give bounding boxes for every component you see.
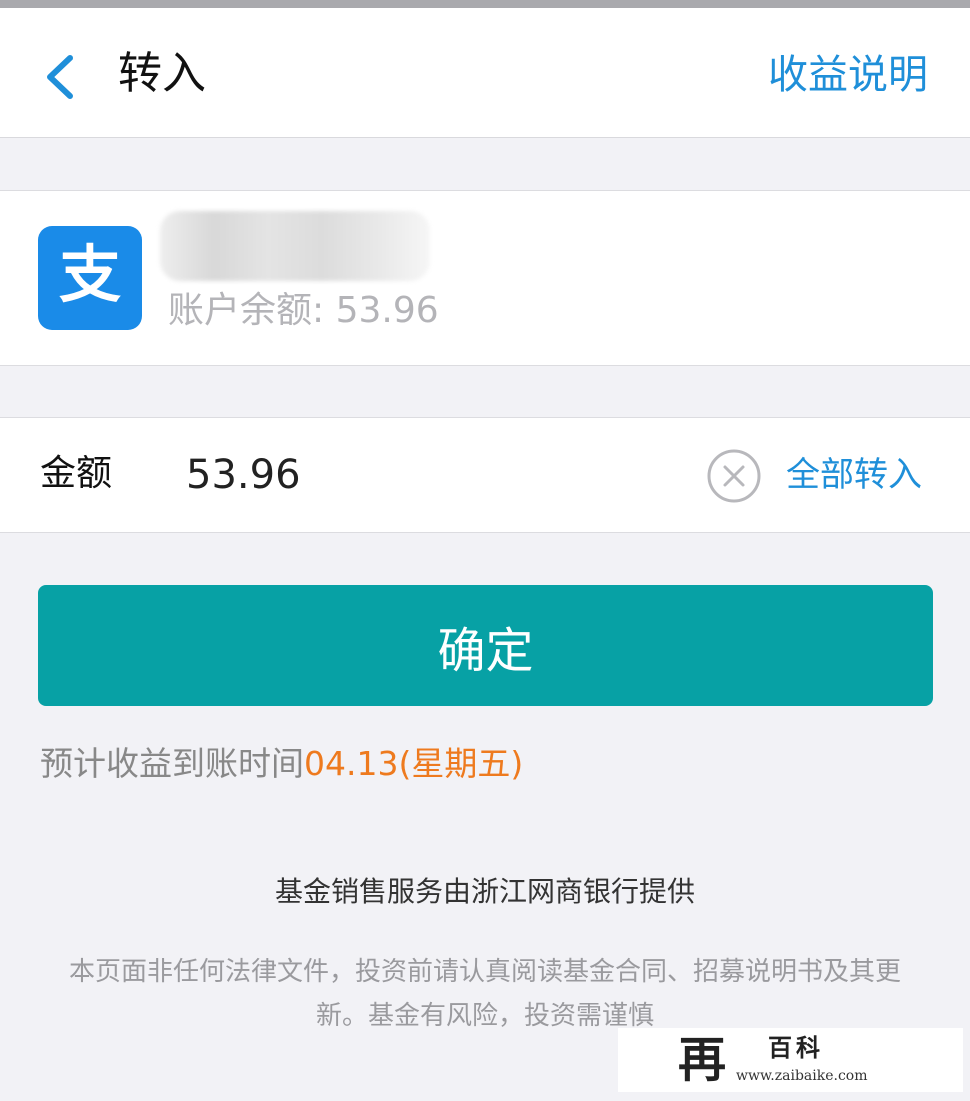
transfer-all-button[interactable]: 全部转入 [786,452,922,498]
watermark-glyph: 再 [678,1032,727,1088]
watermark-url: www.zaibaike.com [736,1068,868,1084]
page-title: 转入 [118,48,206,99]
fund-provider-note: 基金销售服务由浙江网商银行提供 [274,875,695,908]
amount-input[interactable] [186,446,666,504]
clear-input-icon[interactable] [707,449,761,503]
account-balance: 账户余额: 53.96 [168,290,439,331]
navigation-bar: 转入 收益说明 [0,8,970,138]
amount-row: 金额 全部转入 [0,417,970,533]
account-name-redacted [160,211,430,281]
confirm-button[interactable]: 确定 [38,585,933,706]
earnings-info-link[interactable]: 收益说明 [768,48,928,102]
account-card[interactable]: 支 账户余额: 53.96 [0,190,970,366]
back-chevron-icon[interactable] [40,52,80,102]
expected-arrival: 预计收益到账时间04.13(星期五) [40,740,523,788]
status-bar-strip [0,0,970,8]
watermark-title: 百科 [768,1033,824,1062]
expected-arrival-date: 04.13(星期五) [304,744,524,783]
alipay-icon: 支 [38,226,142,330]
legal-disclaimer: 本页面非任何法律文件，投资前请认真阅读基金合同、招募说明书及其更新。基金有风险，… [68,957,901,1031]
svg-text:支: 支 [59,238,121,311]
site-watermark: 再 百科 www.zaibaike.com [618,1028,963,1092]
amount-label: 金额 [40,453,113,494]
expected-arrival-label: 预计收益到账时间 [40,744,304,783]
